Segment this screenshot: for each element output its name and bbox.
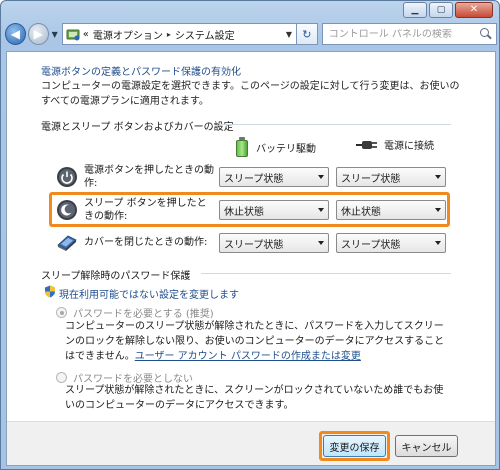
navigation-bar: ◀ ▶ ▼ « 電源オプション ▸ システム設定 ▼ ↻ <box>5 21 497 47</box>
close-button[interactable]: ✕ <box>455 2 493 18</box>
control-panel-icon <box>66 29 80 40</box>
save-button-highlight <box>319 431 390 461</box>
section-divider <box>201 273 451 274</box>
breadcrumb-power-options[interactable]: 電源オプション <box>93 27 163 42</box>
select-value: スリープ状態 <box>224 239 284 251</box>
back-arrow-icon: ◀ <box>10 27 21 41</box>
recent-pages-dropdown[interactable]: ▼ <box>52 30 58 39</box>
breadcrumb-separator[interactable]: ▸ <box>167 30 171 39</box>
chevron-down-icon <box>435 241 441 245</box>
battery-icon <box>236 137 248 157</box>
power-plug-icon <box>356 138 378 152</box>
require-password-label: パスワードを必要とする (推奨) <box>73 309 214 320</box>
search-input[interactable] <box>328 28 479 40</box>
section-divider <box>219 124 451 125</box>
chevron-down-icon <box>435 175 441 179</box>
lid-close-battery-select[interactable]: スリープ状態 <box>219 233 329 253</box>
battery-column-header: バッテリ駆動 <box>236 137 316 157</box>
power-button-plugged-select[interactable]: スリープ状態 <box>336 167 446 187</box>
back-button[interactable]: ◀ <box>5 23 26 45</box>
uac-shield-icon <box>45 285 55 298</box>
plugged-column-label: 電源に接続 <box>384 141 434 152</box>
address-history-dropdown[interactable]: ▼ <box>286 30 292 39</box>
breadcrumb-prefix[interactable]: « <box>83 29 89 40</box>
page-title: 電源ボタンの定義とパスワード保護の有効化 <box>41 67 241 78</box>
search-icon[interactable] <box>480 28 492 40</box>
maximize-button[interactable]: ▢ <box>429 2 453 18</box>
power-button-row: 電源ボタンを押したときの動作: <box>56 165 216 189</box>
power-button-label: 電源ボタンを押したときの動作: <box>84 165 214 189</box>
no-password-desc-text: スリープ状態が解除されたときに、スクリーンがロックされていないため誰でもお使いの… <box>65 385 444 411</box>
page-description: コンピューターの電源設定を選択できます。このページの設定に対して行う変更は、お使… <box>41 81 460 107</box>
search-box[interactable] <box>321 23 497 45</box>
forward-arrow-icon: ▶ <box>33 27 43 41</box>
minimize-icon: ▁ <box>411 4 419 15</box>
laptop-lid-icon <box>57 235 77 251</box>
cancel-button[interactable]: キャンセル <box>395 435 458 457</box>
caption-buttons: ▁ ▢ ✕ <box>403 2 493 18</box>
chevron-down-icon <box>318 175 324 179</box>
require-password-radio[interactable] <box>56 307 67 318</box>
battery-column-label: バッテリ駆動 <box>256 143 316 155</box>
lid-close-row: カバーを閉じたときの動作: <box>56 231 216 253</box>
password-section-heading: スリープ解除時のパスワード保護 <box>41 271 191 282</box>
lid-close-label: カバーを閉じたときの動作: <box>84 236 208 248</box>
lid-close-plugged-select[interactable]: スリープ状態 <box>336 233 446 253</box>
require-password-option[interactable]: パスワードを必要とする (推奨) <box>56 305 214 320</box>
close-icon: ✕ <box>469 4 479 15</box>
power-button-battery-select[interactable]: スリープ状態 <box>219 167 329 187</box>
breadcrumb-system-settings[interactable]: システム設定 <box>175 27 235 42</box>
minimize-button[interactable]: ▁ <box>403 2 427 18</box>
address-bar[interactable]: « 電源オプション ▸ システム設定 ▼ <box>61 23 297 45</box>
refresh-icon: ↻ <box>302 27 312 41</box>
sleep-button-highlight <box>49 192 450 227</box>
no-password-radio[interactable] <box>56 372 67 383</box>
control-panel-window: ▁ ▢ ✕ ◀ ▶ ▼ « 電源オプション ▸ システム設定 ▼ ↻ 電源ボタン… <box>0 0 500 470</box>
forward-button[interactable]: ▶ <box>27 23 49 45</box>
select-value: スリープ状態 <box>341 173 401 185</box>
power-button-icon <box>57 167 77 187</box>
change-unavailable-settings-link[interactable]: 現在利用可能ではない設定を変更します <box>59 286 239 301</box>
require-password-description: コンピューターのスリープ状態が解除されたときに、パスワードを入力してスクリーンの… <box>65 319 445 364</box>
user-account-password-link[interactable]: ユーザー アカウント パスワードの作成または変更 <box>135 351 361 362</box>
select-value: スリープ状態 <box>341 239 401 251</box>
power-section-heading: 電源とスリープ ボタンおよびカバーの設定 <box>41 122 234 133</box>
no-password-description: スリープ状態が解除されたときに、スクリーンがロックされていないため誰でもお使いの… <box>65 383 445 413</box>
chevron-down-icon <box>318 241 324 245</box>
maximize-icon: ▢ <box>436 4 446 15</box>
select-value: スリープ状態 <box>224 173 284 185</box>
plugged-column-header: 電源に接続 <box>356 137 434 152</box>
refresh-button[interactable]: ↻ <box>296 23 318 45</box>
